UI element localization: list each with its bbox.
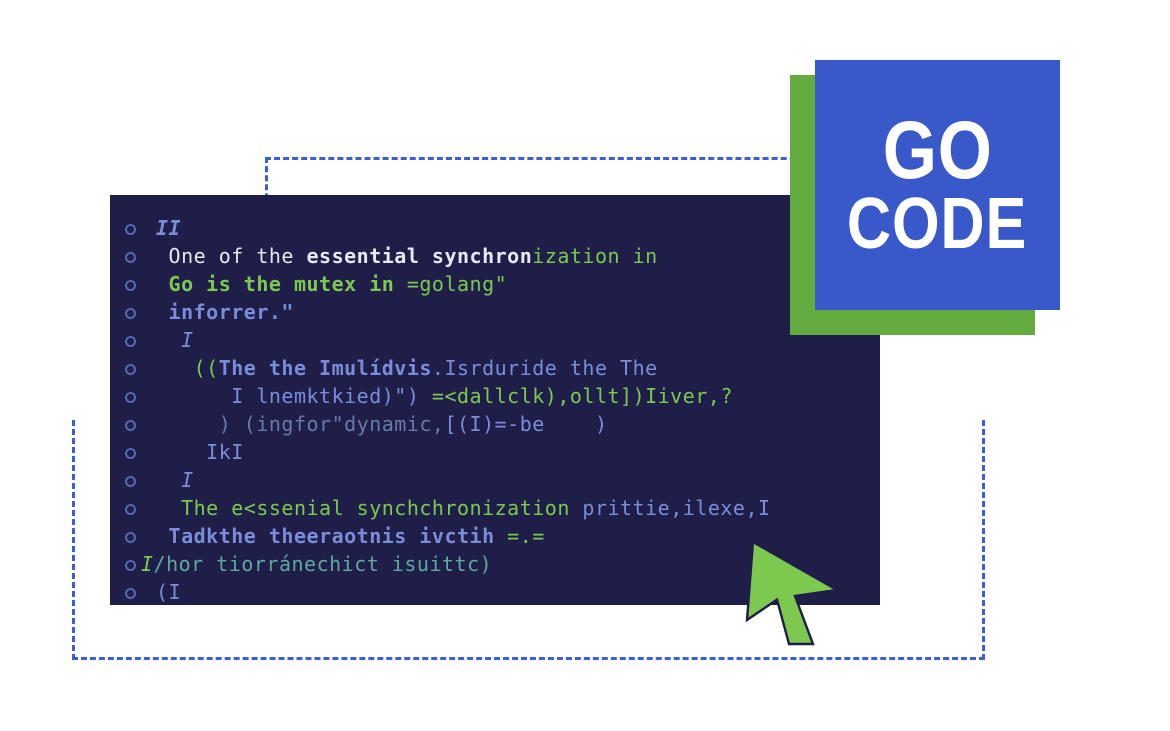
gutter-circle-icon bbox=[125, 364, 136, 375]
gutter-circle-icon bbox=[125, 504, 136, 515]
code-text: I/hor tiorránechict isuittc) bbox=[141, 551, 492, 577]
gutter-circle-icon bbox=[125, 476, 136, 487]
code-text: I lnemktkied)") =<dallclk),ollt])Iiver,? bbox=[156, 383, 733, 409]
logo-badge: GO CODE bbox=[815, 60, 1060, 310]
gutter-circle-icon bbox=[125, 448, 136, 459]
code-text: Tadkthe theeraotnis ivctih =.= bbox=[156, 523, 545, 549]
gutter-circle-icon bbox=[125, 280, 136, 291]
gutter-circle-icon bbox=[125, 560, 136, 571]
gutter-circle-icon bbox=[125, 336, 136, 347]
gutter-circle-icon bbox=[125, 392, 136, 403]
code-line: inforrer." bbox=[125, 299, 865, 325]
code-line: I bbox=[125, 467, 865, 493]
logo-text-go: GO bbox=[882, 112, 992, 190]
code-text: II bbox=[156, 215, 181, 241]
gutter-circle-icon bbox=[125, 420, 136, 431]
code-line: ) (ingfor"dynamic,[(I)=-be ) bbox=[125, 411, 865, 437]
code-text: Go is the mutex in =golang" bbox=[156, 271, 507, 297]
code-line: I bbox=[125, 327, 865, 353]
logo-text-code: CODE bbox=[847, 190, 1027, 258]
code-text: inforrer." bbox=[156, 299, 294, 325]
code-text: ((The the Imulídvis.Isrduride the The bbox=[156, 355, 658, 381]
code-text: IkI bbox=[156, 439, 244, 465]
code-text: The e<ssenial synchchronization prittie,… bbox=[156, 495, 771, 521]
gutter-circle-icon bbox=[125, 532, 136, 543]
code-line: One of the essential synchronization in bbox=[125, 243, 865, 269]
code-text: ) (ingfor"dynamic,[(I)=-be ) bbox=[156, 411, 608, 437]
gutter-circle-icon bbox=[125, 252, 136, 263]
code-text: I bbox=[156, 467, 194, 493]
code-line: ((The the Imulídvis.Isrduride the The bbox=[125, 355, 865, 381]
code-text: I bbox=[156, 327, 194, 353]
code-line: II bbox=[125, 215, 865, 241]
gutter-circle-icon bbox=[125, 308, 136, 319]
code-line: I lnemktkied)") =<dallclk),ollt])Iiver,? bbox=[125, 383, 865, 409]
gutter-circle-icon bbox=[125, 588, 136, 599]
code-text: (I bbox=[156, 579, 181, 605]
code-line: Go is the mutex in =golang" bbox=[125, 271, 865, 297]
code-line: The e<ssenial synchchronization prittie,… bbox=[125, 495, 865, 521]
cursor-arrow-icon bbox=[735, 530, 855, 650]
code-text: One of the essential synchronization in bbox=[156, 243, 658, 269]
code-line: IkI bbox=[125, 439, 865, 465]
gutter-circle-icon bbox=[125, 224, 136, 235]
